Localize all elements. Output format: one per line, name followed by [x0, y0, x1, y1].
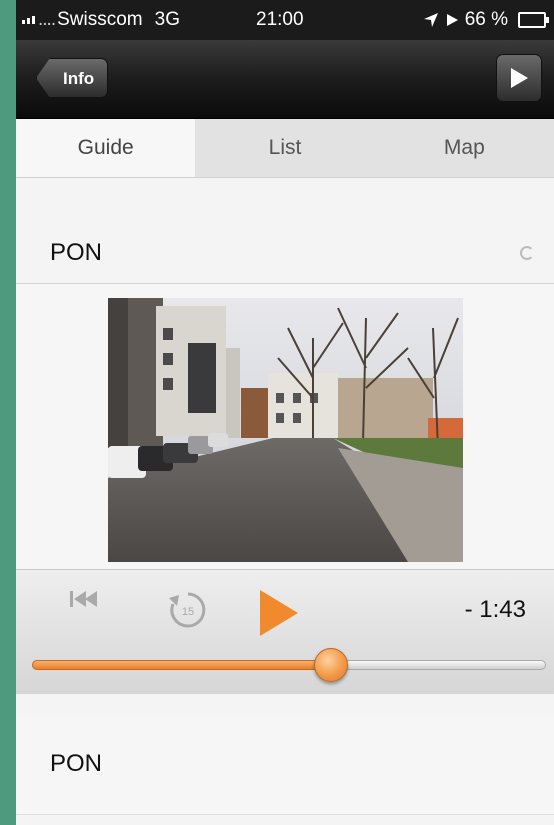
guide-description: PON	[16, 714, 554, 815]
status-bar: .... Swisscom 3G 21:00 66 %	[16, 0, 554, 40]
slider-progress	[32, 660, 333, 670]
play-orange-icon	[260, 590, 298, 636]
battery-icon	[518, 12, 549, 28]
slider-thumb[interactable]	[314, 648, 349, 682]
location-arrow-icon	[423, 13, 438, 27]
tab-list[interactable]: List	[195, 119, 374, 177]
network-type: 3G	[154, 9, 180, 30]
guide-title-row: PON	[16, 223, 554, 284]
battery-percent: 66 %	[464, 9, 508, 30]
clock: 21:00	[256, 9, 304, 30]
tab-map[interactable]: Map	[375, 119, 554, 177]
time-remaining: - 1:43	[464, 596, 526, 623]
status-right: 66 %	[423, 9, 549, 31]
signal-dots: ....	[38, 9, 56, 30]
svg-text:15: 15	[182, 606, 194, 618]
image-container	[16, 284, 554, 569]
description-text: PON	[50, 750, 103, 777]
signal-strength-icon	[22, 16, 35, 24]
play-button[interactable]	[496, 54, 542, 102]
skip-to-start-icon	[70, 591, 97, 607]
carrier-info: .... Swisscom 3G	[16, 9, 180, 31]
segmented-tabs: Guide List Map	[16, 119, 554, 178]
play-status-icon	[446, 14, 458, 26]
carrier-name: Swisscom	[57, 9, 143, 30]
play-pause-button[interactable]	[258, 588, 300, 638]
play-icon	[511, 68, 528, 88]
rewind-15s-icon: 15	[169, 592, 206, 628]
location-photo	[107, 298, 463, 562]
loading-spinner-icon	[520, 246, 534, 260]
skip-back-button[interactable]	[68, 588, 102, 610]
rewind-15-button[interactable]: 15	[166, 588, 210, 632]
info-back-button[interactable]: Info	[36, 58, 109, 98]
guide-title: PON	[50, 239, 103, 266]
phone-screen: .... Swisscom 3G 21:00 66 % Info Guide L…	[16, 0, 554, 825]
audio-player: 15 - 1:43	[16, 569, 554, 694]
navigation-bar: Info	[16, 40, 554, 119]
playback-slider[interactable]	[32, 648, 546, 682]
tab-guide[interactable]: Guide	[16, 119, 196, 177]
